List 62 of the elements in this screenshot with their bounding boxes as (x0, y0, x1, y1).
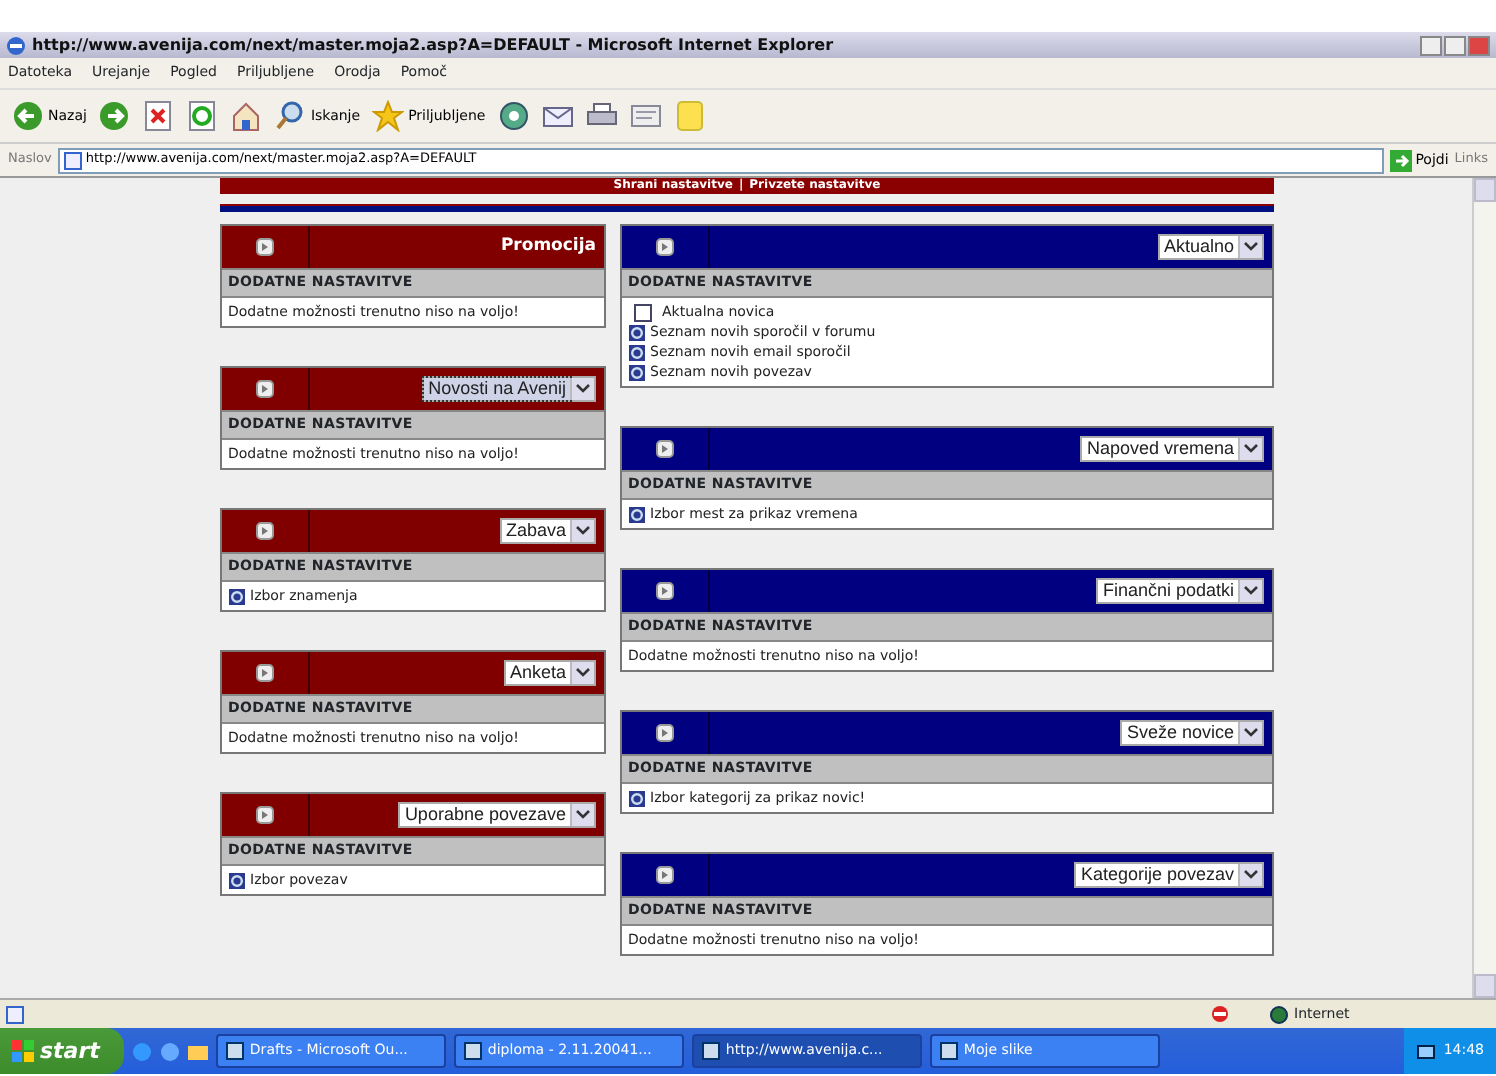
expand-icon[interactable] (656, 724, 674, 742)
settings-icon[interactable] (628, 789, 646, 807)
panel-title: Promocija (500, 236, 596, 258)
vertical-scrollbar[interactable] (1472, 178, 1496, 998)
home-icon[interactable] (230, 100, 263, 132)
dropdown-caret-icon (1244, 728, 1258, 738)
globe-icon (1270, 1005, 1288, 1023)
settings-icon[interactable] (628, 323, 646, 341)
star-icon (372, 100, 405, 132)
expand-icon[interactable] (656, 440, 674, 458)
panel-select[interactable]: Uporabne povezave (398, 802, 596, 828)
panel-select[interactable]: Kategorije povezav (1074, 862, 1264, 888)
expand-icon[interactable] (256, 806, 274, 824)
expand-icon[interactable] (256, 664, 274, 682)
panel-select[interactable]: Napoved vremena (1080, 436, 1264, 462)
dropdown-caret-icon (576, 384, 590, 394)
settings-icon[interactable] (628, 343, 646, 361)
restore-button[interactable] (1444, 35, 1466, 55)
window-icon (939, 1042, 958, 1060)
expand-icon[interactable] (656, 238, 674, 256)
checkbox[interactable] (634, 303, 652, 321)
media-icon[interactable] (497, 100, 530, 132)
expand-icon[interactable] (256, 238, 274, 256)
panel-select[interactable]: Zabava (499, 518, 596, 544)
expand-icon[interactable] (256, 522, 274, 540)
page-icon (6, 1005, 24, 1023)
go-arrow-icon (1389, 149, 1412, 171)
expand-icon[interactable] (256, 380, 274, 398)
dropdown-caret-icon (1244, 586, 1258, 596)
settings-icon[interactable] (228, 587, 246, 605)
document-icon[interactable] (629, 100, 662, 132)
window-icon (225, 1042, 244, 1060)
panel-select[interactable]: Anketa (503, 660, 596, 686)
window-icon (701, 1042, 720, 1060)
close-button[interactable] (1468, 35, 1490, 55)
stop-icon[interactable] (142, 100, 175, 132)
blocked-icon (1210, 1004, 1230, 1024)
start-button[interactable]: start (0, 1028, 124, 1074)
settings-icon[interactable] (628, 363, 646, 381)
window-title: http://www.avenija.com/next/master.moja2.asp?A=DEFAULT - Microsoft Internet Explorer (32, 35, 836, 55)
expand-icon[interactable] (656, 582, 674, 600)
dropdown-caret-icon (576, 526, 590, 536)
refresh-icon[interactable] (186, 100, 219, 132)
windows-logo-icon (12, 1040, 34, 1062)
panel-select[interactable]: Sveže novice (1120, 720, 1264, 746)
folder-icon[interactable] (187, 1041, 208, 1061)
panel-select[interactable]: Novosti na Avenij (422, 376, 596, 402)
dropdown-caret-icon (1244, 242, 1258, 252)
minimize-button[interactable] (1420, 35, 1442, 55)
settings-icon[interactable] (628, 505, 646, 523)
network-icon[interactable] (1415, 1041, 1436, 1061)
panel-select[interactable]: Aktualno (1157, 234, 1264, 260)
dropdown-caret-icon (576, 810, 590, 820)
dropdown-caret-icon (576, 668, 590, 678)
dropdown-caret-icon (1244, 870, 1258, 880)
dropdown-caret-icon (1244, 444, 1258, 454)
expand-icon[interactable] (656, 866, 674, 884)
page-icon (63, 151, 82, 169)
window-icon (463, 1042, 482, 1060)
search-icon (274, 100, 307, 132)
panel-select[interactable]: Finančni podatki (1096, 578, 1264, 604)
settings-icon[interactable] (228, 871, 246, 889)
